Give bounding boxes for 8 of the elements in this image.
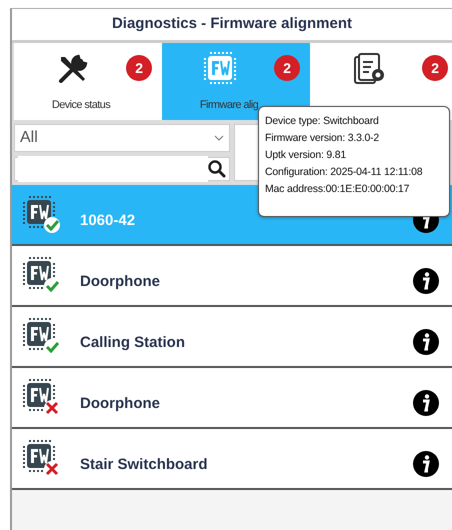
tooltip-line: Firmware version: 3.3.0-2 bbox=[265, 131, 380, 146]
window-title: Diagnostics - Firmware alignment bbox=[12, 9, 452, 43]
tooltip-line: Mac address:00:1E:E0:00:00:17 bbox=[265, 182, 410, 197]
count-badge: 2 bbox=[422, 55, 448, 81]
tooltip-line: Configuration: 2025-04-11 12:11:08 bbox=[265, 165, 424, 180]
tooltip-line: Uptk version: 9.81 bbox=[265, 148, 348, 163]
count-badge: 2 bbox=[126, 55, 152, 81]
count-badge: 2 bbox=[274, 55, 300, 81]
